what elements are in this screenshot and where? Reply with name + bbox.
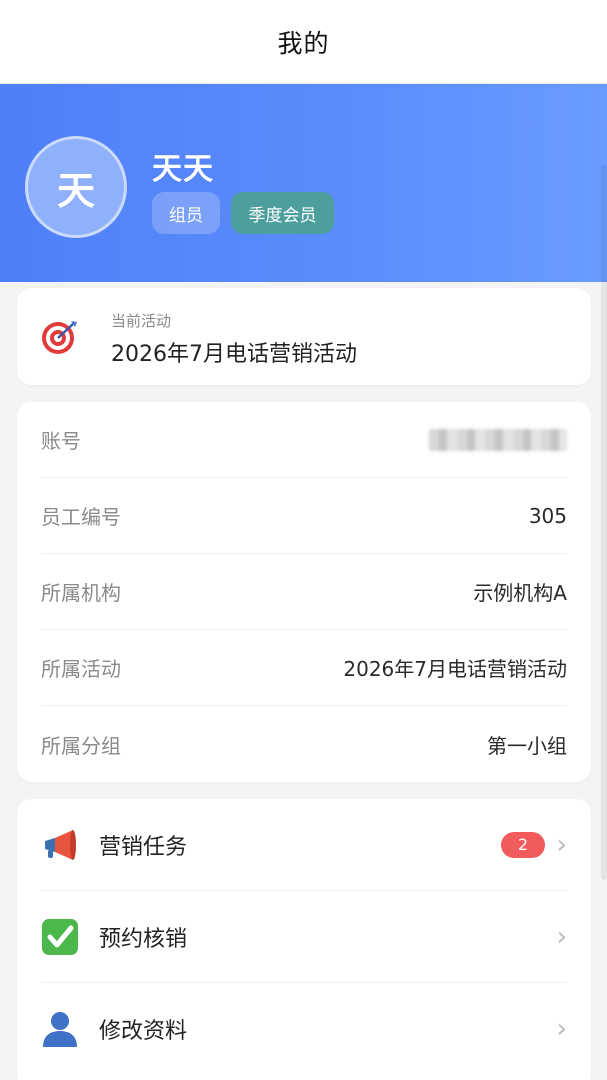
- menu-item-marketing-tasks[interactable]: 营销任务 2 ›: [41, 799, 567, 891]
- info-value: 第一小组: [487, 733, 567, 758]
- user-icon: [41, 1010, 79, 1048]
- target-icon: [42, 321, 77, 354]
- menu-item-appointment-verification[interactable]: 预约核销 ›: [41, 891, 567, 983]
- info-label: 员工编号: [41, 505, 121, 529]
- check-mark-icon: [41, 918, 79, 956]
- current-activity-value: 2026年7月电话营销活动: [111, 342, 357, 367]
- menu-label: 预约核销: [99, 926, 188, 952]
- info-label: 所属机构: [41, 581, 121, 605]
- menu-label: 营销任务: [99, 834, 188, 860]
- account-info-card: 账号 员工编号 305 所属机构 示例机构A 所属活动 2026年7月电话营销活…: [17, 402, 591, 782]
- info-label: 所属分组: [41, 733, 121, 758]
- info-row-employee-id: 员工编号 305: [41, 478, 567, 554]
- menu-label: 修改资料: [99, 1019, 188, 1044]
- menu-item-edit-profile[interactable]: 修改资料 ›: [41, 983, 567, 1075]
- chevron-right-icon: ›: [556, 1014, 567, 1044]
- current-activity-card: 当前活动 2026年7月电话营销活动: [17, 288, 591, 385]
- menu-card: 营销任务 2 › 预约核销 › 修改资料 ›: [17, 799, 591, 1080]
- user-name: 天天: [152, 152, 214, 187]
- avatar[interactable]: 天: [25, 136, 127, 238]
- info-row-account: 账号: [41, 402, 567, 478]
- top-nav-bar: 我的: [0, 0, 607, 84]
- info-value: 2026年7月电话营销活动: [343, 657, 567, 681]
- task-count-badge: 2: [501, 831, 545, 858]
- profile-header: 天 天天 组员 季度会员: [0, 84, 607, 282]
- info-label: 账号: [41, 429, 81, 453]
- scrollbar[interactable]: [601, 165, 607, 880]
- chevron-right-icon: ›: [556, 829, 567, 860]
- page-title: 我的: [277, 28, 330, 58]
- chevron-right-icon: ›: [556, 921, 567, 952]
- current-activity-label: 当前活动: [111, 312, 172, 330]
- megaphone-icon: [41, 826, 79, 864]
- info-label: 所属活动: [41, 657, 121, 681]
- info-value: 示例机构A: [473, 581, 567, 605]
- redacted-account-value: [429, 428, 567, 451]
- membership-tag: 季度会员: [231, 192, 334, 234]
- info-row-group: 所属分组 第一小组: [41, 706, 567, 782]
- role-tag: 组员: [152, 192, 220, 234]
- info-row-organization: 所属机构 示例机构A: [41, 554, 567, 630]
- info-row-activity: 所属活动 2026年7月电话营销活动: [41, 630, 567, 706]
- info-value: 305: [528, 503, 567, 528]
